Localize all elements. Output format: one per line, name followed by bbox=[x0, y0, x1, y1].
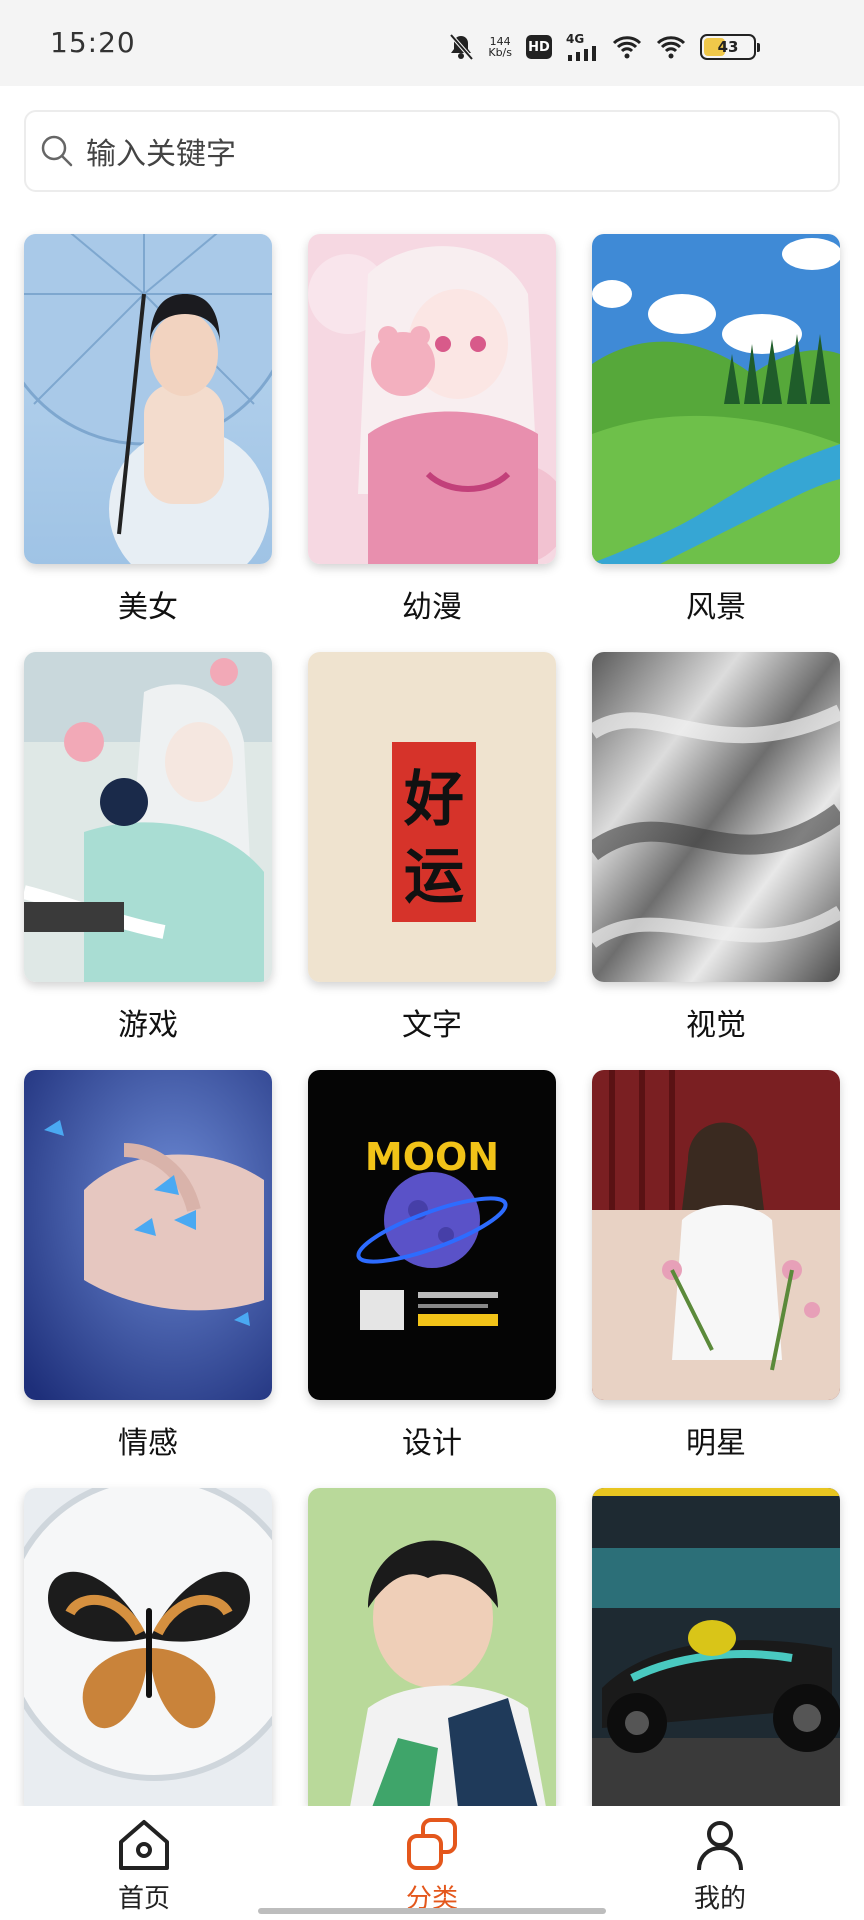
category-card-beauty[interactable]: 美女 bbox=[24, 234, 272, 626]
category-thumbnail bbox=[24, 1070, 272, 1400]
wifi-icon bbox=[656, 34, 686, 60]
wifi-icon bbox=[612, 34, 642, 60]
search-placeholder: 输入关键字 bbox=[86, 137, 236, 172]
category-thumbnail bbox=[592, 652, 840, 982]
category-icon bbox=[407, 1818, 457, 1870]
image-text-good: 好 bbox=[403, 765, 464, 835]
category-card-scenery[interactable]: 风景 bbox=[592, 234, 840, 626]
status-time: 15:20 bbox=[50, 26, 136, 59]
search-input[interactable]: 输入关键字 bbox=[24, 110, 840, 192]
category-thumbnail bbox=[592, 234, 840, 564]
category-card-boy[interactable] bbox=[308, 1488, 556, 1806]
category-label: 美女 bbox=[118, 590, 178, 625]
category-card-text[interactable]: 好 运 文字 bbox=[308, 652, 556, 1044]
category-card-design[interactable]: MOON 设计 bbox=[308, 1070, 556, 1462]
net-speed: 144 Kb/s bbox=[488, 36, 512, 58]
status-bar: 15:20 144 Kb/s HD 4G 43 bbox=[0, 0, 864, 86]
nav-label-home: 首页 bbox=[117, 1884, 170, 1914]
home-indicator[interactable] bbox=[258, 1908, 606, 1914]
category-thumbnail bbox=[24, 1488, 272, 1806]
category-card-butterfly[interactable] bbox=[24, 1488, 272, 1806]
category-thumbnail bbox=[308, 1488, 556, 1806]
nav-item-profile[interactable]: 我的 bbox=[620, 1806, 820, 1915]
battery-level: 43 bbox=[717, 38, 739, 56]
category-label: 视觉 bbox=[686, 1008, 746, 1043]
category-label: 明星 bbox=[686, 1426, 746, 1461]
category-thumbnail bbox=[592, 1070, 840, 1400]
hd-icon: HD bbox=[526, 35, 552, 59]
category-thumbnail bbox=[24, 652, 272, 982]
category-thumbnail: 好 运 bbox=[308, 652, 556, 982]
category-card-celebrity[interactable]: 明星 bbox=[592, 1070, 840, 1462]
category-thumbnail bbox=[308, 234, 556, 564]
image-text-luck: 运 bbox=[404, 842, 464, 912]
category-label: 游戏 bbox=[118, 1008, 178, 1043]
search-icon bbox=[41, 135, 73, 167]
battery-icon: 43 bbox=[700, 34, 760, 60]
category-card-visual[interactable]: 视觉 bbox=[592, 652, 840, 1044]
nav-label-profile: 我的 bbox=[693, 1884, 746, 1914]
mute-bell-icon bbox=[448, 33, 474, 61]
category-thumbnail bbox=[24, 234, 272, 564]
profile-icon bbox=[697, 1821, 743, 1871]
category-label: 文字 bbox=[402, 1008, 462, 1043]
status-icons: 144 Kb/s HD 4G 43 bbox=[448, 30, 760, 64]
net-speed-unit: Kb/s bbox=[488, 46, 512, 59]
category-thumbnail: MOON bbox=[308, 1070, 556, 1400]
category-card-anime[interactable]: 幼漫 bbox=[308, 234, 556, 626]
category-thumbnail bbox=[592, 1488, 840, 1806]
category-label: 情感 bbox=[118, 1426, 178, 1461]
category-card-emotion[interactable]: 情感 bbox=[24, 1070, 272, 1462]
nav-item-category[interactable]: 分类 bbox=[332, 1806, 532, 1915]
category-label: 风景 bbox=[686, 590, 746, 625]
nav-item-home[interactable]: 首页 bbox=[44, 1806, 244, 1915]
home-icon bbox=[119, 1820, 169, 1870]
cellular-signal-icon: 4G bbox=[566, 33, 598, 61]
bottom-navigation: 首页 分类 我的 bbox=[0, 1806, 864, 1920]
category-label: 设计 bbox=[402, 1426, 462, 1461]
category-label: 幼漫 bbox=[402, 590, 462, 625]
category-card-racing[interactable] bbox=[592, 1488, 840, 1806]
network-type: 4G bbox=[566, 32, 585, 46]
category-card-game[interactable]: 游戏 bbox=[24, 652, 272, 1044]
